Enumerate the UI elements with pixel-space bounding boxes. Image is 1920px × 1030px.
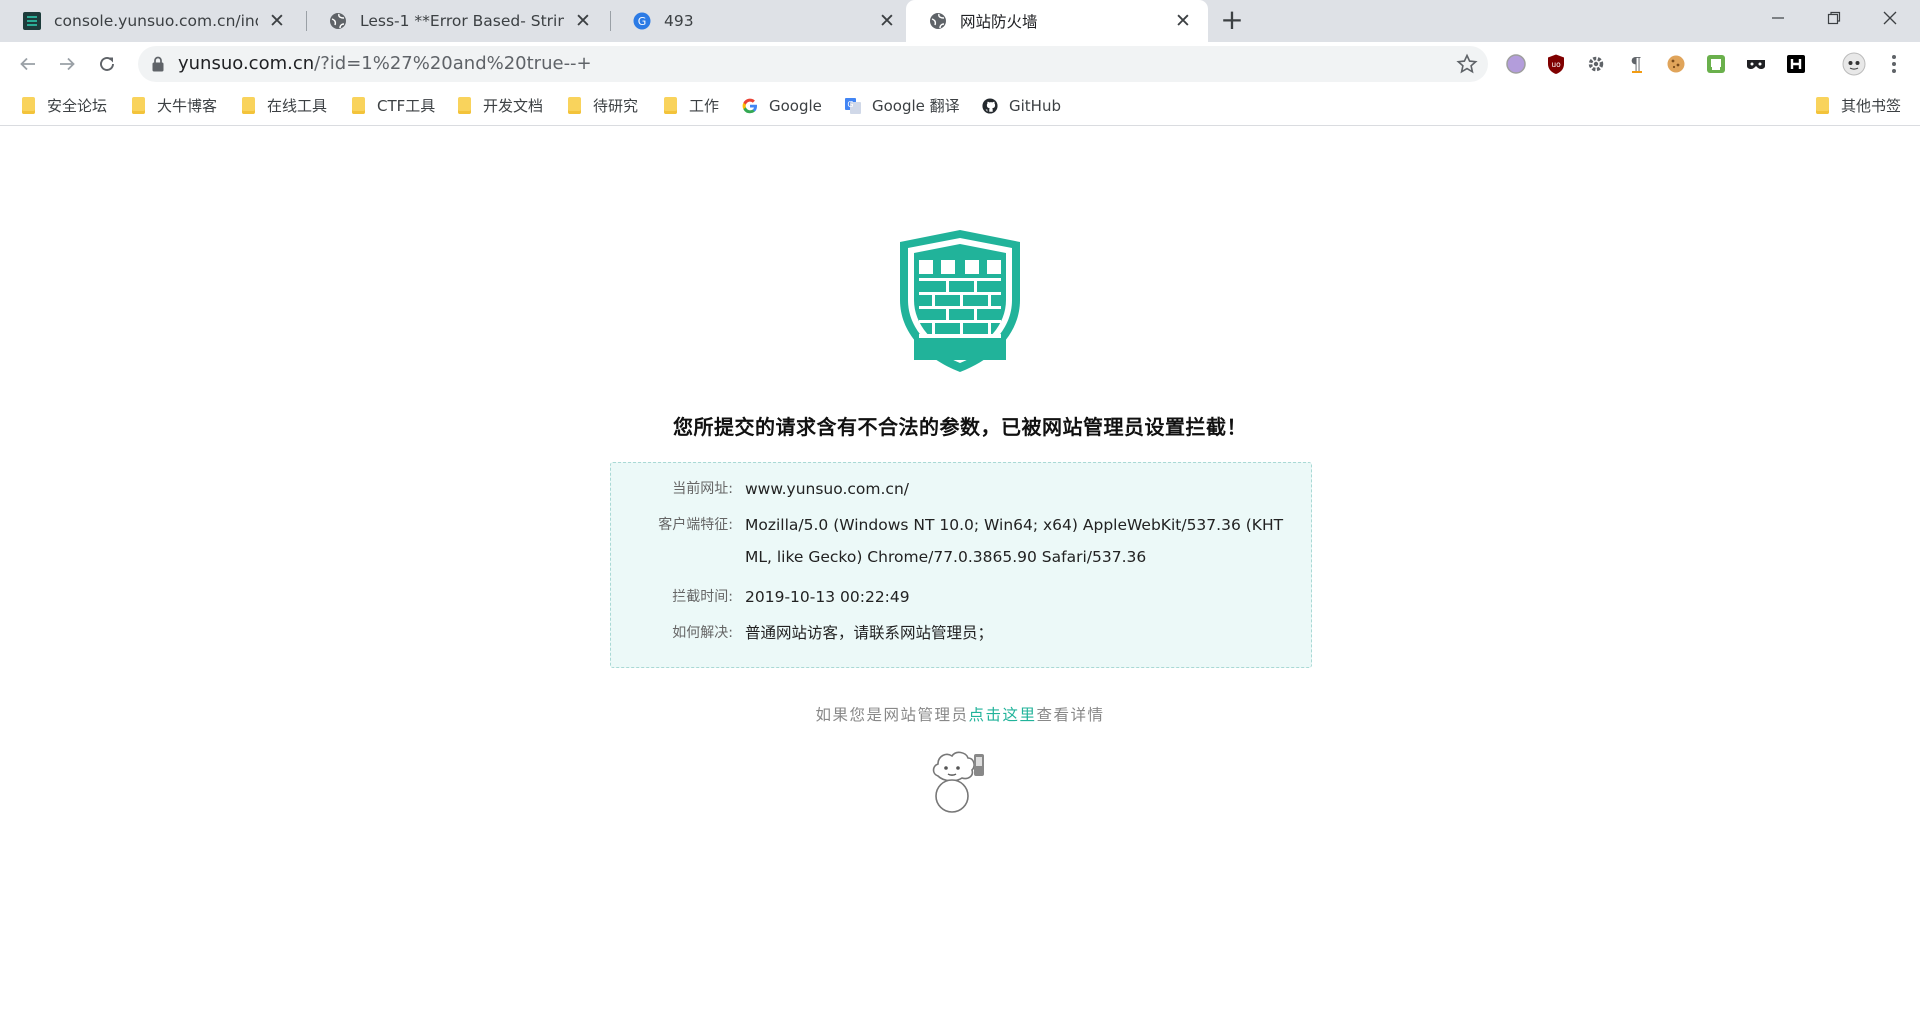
reload-button[interactable] <box>91 48 123 80</box>
bookmark-label: Google <box>769 96 822 115</box>
bookmarks-bar: 安全论坛 大牛博客 在线工具 CTF工具 开发文档 待研究 工作 Google … <box>0 86 1920 126</box>
url-text[interactable]: yunsuo.com.cn/?id=1%27%20and%20true--+ <box>178 46 592 82</box>
folder-icon <box>662 97 678 114</box>
help-prefix: 如果您是网站管理员 <box>815 706 969 724</box>
lock-icon[interactable] <box>152 56 164 76</box>
block-details-box: 当前网址: www.yunsuo.com.cn/ 客户端特征: Mozilla/… <box>610 462 1312 668</box>
block-message-heading: 您所提交的请求含有不合法的参数，已被网站管理员设置拦截！ <box>673 415 1247 439</box>
detail-value: www.yunsuo.com.cn/ <box>745 480 909 498</box>
bookmark-google-translate[interactable]: G Google 翻译 <box>845 86 960 125</box>
folder-icon <box>240 97 256 114</box>
tab-console-yunsuo[interactable]: console.yunsuo.com.cn/index? ✕ <box>0 0 302 42</box>
bookmark-label: CTF工具 <box>377 97 436 115</box>
back-button[interactable] <box>12 48 44 80</box>
tab-firewall[interactable]: 网站防火墙 ✕ <box>906 0 1208 42</box>
svg-text:uo: uo <box>1551 60 1561 69</box>
hackbar-pilcrow-icon[interactable]: ¶ <box>1622 50 1650 78</box>
bookmark-star-icon[interactable] <box>1456 53 1478 79</box>
browser-favicon: G <box>632 11 652 31</box>
close-window-button[interactable] <box>1862 0 1918 36</box>
bookmark-label: 安全论坛 <box>47 97 108 115</box>
bookmark-label: 工作 <box>689 97 720 115</box>
help-suffix: 查看详情 <box>1036 706 1105 724</box>
detail-value: 普通网站访客，请联系网站管理员； <box>745 624 994 642</box>
page-content: 您所提交的请求含有不合法的参数，已被网站管理员设置拦截！ 当前网址: www.y… <box>0 126 1920 1030</box>
github-icon <box>982 97 998 114</box>
svg-text:G: G <box>847 100 853 109</box>
admin-help-text: 如果您是网站管理员点击这里查看详情 <box>0 703 1920 725</box>
tab-title: 网站防火墙 <box>960 13 1038 31</box>
profile-avatar-icon[interactable] <box>1840 50 1868 78</box>
bookmark-folder-online-tools[interactable]: 在线工具 <box>240 86 327 125</box>
globe-icon <box>928 11 948 31</box>
print-friendly-icon[interactable] <box>1702 50 1730 78</box>
tab-title: console.yunsuo.com.cn/index? <box>54 12 258 30</box>
bookmark-folder-other[interactable]: 其他书签 <box>1814 86 1901 125</box>
bookmark-folder-security-forum[interactable]: 安全论坛 <box>20 86 107 125</box>
tab-strip: console.yunsuo.com.cn/index? ✕ Less-1 **… <box>0 0 1920 42</box>
google-translate-icon: G <box>845 97 861 114</box>
bookmark-folder-to-research[interactable]: 待研究 <box>566 86 638 125</box>
tab-493[interactable]: G 493 ✕ <box>610 0 912 42</box>
bookmark-label: GitHub <box>1009 96 1061 115</box>
tab-title: Less-1 **Error Based- String** <box>360 12 564 30</box>
google-icon <box>742 98 758 114</box>
gear-extension-icon[interactable] <box>1582 50 1610 78</box>
minimize-button[interactable] <box>1750 0 1806 36</box>
close-tab-icon[interactable]: ✕ <box>572 10 594 32</box>
yunsuo-mascot-icon <box>932 751 984 813</box>
detail-label: 拦截时间: <box>672 589 733 605</box>
mask-extension-icon[interactable] <box>1742 50 1770 78</box>
bookmark-folder-expert-blogs[interactable]: 大牛博客 <box>130 86 217 125</box>
folder-icon <box>1814 97 1830 114</box>
bookmark-label: 待研究 <box>593 97 639 115</box>
bookmark-google[interactable]: Google <box>742 86 822 125</box>
new-tab-button[interactable]: + <box>1217 6 1247 36</box>
details-link[interactable]: 点击这里 <box>968 706 1036 724</box>
svg-text:G: G <box>638 15 647 28</box>
detail-label: 客户端特征: <box>658 517 733 533</box>
yunsuo-favicon <box>22 11 42 31</box>
menu-kebab-icon[interactable] <box>1880 50 1908 78</box>
h-extension-icon[interactable] <box>1782 50 1810 78</box>
url-path: /?id=1%27%20and%20true--+ <box>314 53 592 74</box>
globe-icon <box>328 11 348 31</box>
restore-button[interactable] <box>1806 0 1862 36</box>
detail-value: Mozilla/5.0 (Windows NT 10.0; Win64; x64… <box>745 516 1284 566</box>
tab-less-1[interactable]: Less-1 **Error Based- String** ✕ <box>306 0 608 42</box>
bookmark-folder-ctf-tools[interactable]: CTF工具 <box>350 86 435 125</box>
detail-label: 当前网址: <box>672 481 733 497</box>
close-tab-icon[interactable]: ✕ <box>266 10 288 32</box>
bookmark-label: 在线工具 <box>267 97 328 115</box>
folder-icon <box>130 97 146 114</box>
close-tab-icon[interactable]: ✕ <box>876 10 898 32</box>
ublock-origin-icon[interactable]: uo <box>1542 50 1570 78</box>
folder-icon <box>566 97 582 114</box>
forward-button[interactable] <box>51 48 83 80</box>
firewall-shield-icon <box>900 230 1020 372</box>
bookmark-folder-work[interactable]: 工作 <box>662 86 719 125</box>
bookmark-label: Google 翻译 <box>872 97 960 115</box>
detail-value: 2019-10-13 00:22:49 <box>745 588 910 606</box>
url-host: yunsuo.com.cn <box>178 53 315 74</box>
tab-title: 493 <box>664 12 694 30</box>
bookmark-github[interactable]: GitHub <box>982 86 1061 125</box>
extension-purple-dot-icon[interactable] <box>1502 50 1530 78</box>
folder-icon <box>20 97 36 114</box>
cookie-editor-icon[interactable] <box>1662 50 1690 78</box>
folder-icon <box>350 97 366 114</box>
address-bar[interactable]: yunsuo.com.cn/?id=1%27%20and%20true--+ <box>138 46 1488 82</box>
bookmark-label: 其他书签 <box>1841 97 1902 115</box>
browser-toolbar: yunsuo.com.cn/?id=1%27%20and%20true--+ u… <box>0 42 1920 86</box>
bookmark-label: 大牛博客 <box>157 97 218 115</box>
bookmark-label: 开发文档 <box>483 97 544 115</box>
close-tab-icon[interactable]: ✕ <box>1172 10 1194 32</box>
detail-label: 如何解决: <box>672 625 733 641</box>
bookmark-folder-dev-docs[interactable]: 开发文档 <box>456 86 543 125</box>
folder-icon <box>456 97 472 114</box>
